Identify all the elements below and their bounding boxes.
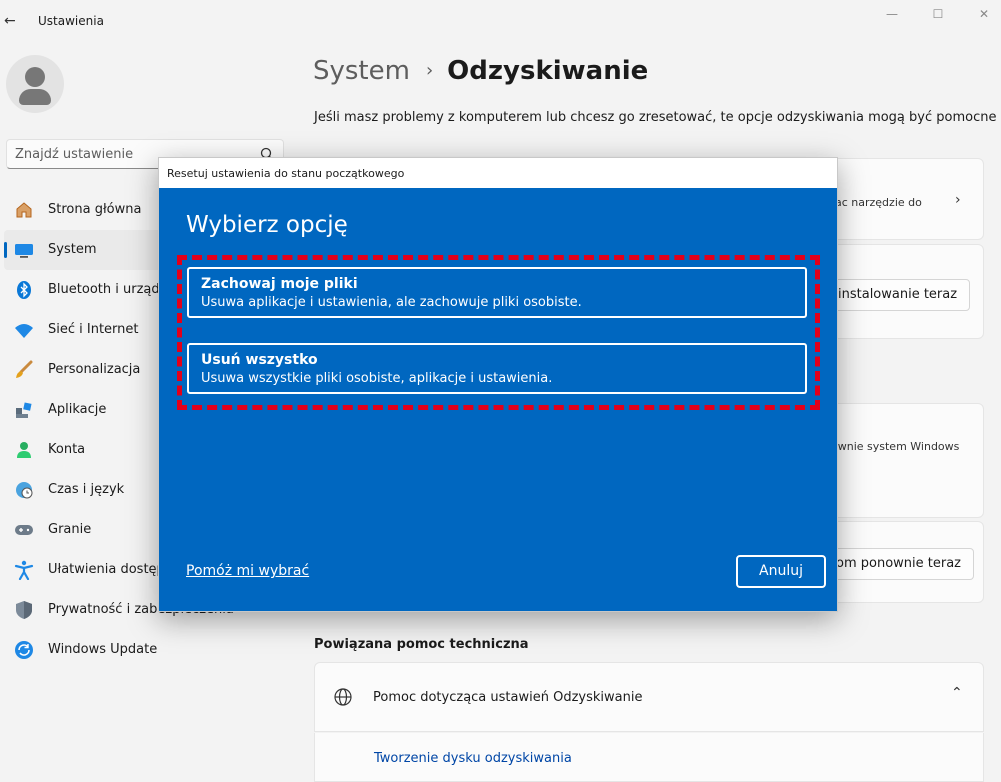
sidebar-item-label: Sieć i Internet [48,322,139,337]
dialog-title: Resetuj ustawienia do stanu początkowego [167,167,405,180]
help-sub-panel: Tworzenie dysku odzyskiwania [314,733,984,782]
sidebar-item-label: Konta [48,442,86,457]
option-title: Usuń wszystko [201,352,318,368]
related-help-title: Powiązana pomoc techniczna [314,637,529,652]
accessibility-icon [14,560,34,580]
dialog-title-bar: Resetuj ustawienia do stanu początkowego [159,158,837,188]
avatar[interactable] [6,55,64,113]
clock-globe-icon [16,482,33,499]
card-text: ac narzędzie do [835,196,922,209]
person-icon [17,442,31,458]
help-me-choose-link[interactable]: Pomóż mi wybrać [186,563,309,579]
gamepad-icon [15,525,33,535]
chevron-right-icon[interactable]: › [955,192,961,208]
page-description: Jeśli masz problemy z komputerem lub chc… [314,110,997,125]
remove-everything-option[interactable]: Usuń wszystko Usuwa wszystkie pliki osob… [187,343,807,394]
sidebar-item-label: Czas i język [48,482,125,497]
sidebar-item-label: Personalizacja [48,362,141,377]
app-title: Ustawienia [38,14,104,28]
breadcrumb-separator: › [425,60,434,81]
avatar-head [25,67,45,87]
brush-icon [16,360,33,378]
recovery-drive-link[interactable]: Tworzenie dysku odzyskiwania [374,751,572,766]
sidebar-item-label: Windows Update [48,642,158,657]
sidebar-item-label: Granie [48,522,92,537]
help-item-label: Pomoc dotycząca ustawień Odzyskiwanie [373,690,643,705]
globe-icon [334,688,352,706]
keep-files-option[interactable]: Zachowaj moje pliki Usuwa aplikacje i us… [187,267,807,318]
dialog-heading: Wybierz opcję [186,212,348,238]
card-text: ownie system Windows [831,440,960,453]
home-icon [16,202,32,218]
sidebar-item-label: Ułatwienia dostępu [48,562,174,577]
help-card[interactable]: Pomoc dotycząca ustawień Odzyskiwanie ⌃ [314,662,984,732]
minimize-button[interactable]: — [872,2,912,26]
bluetooth-icon [17,281,31,299]
restart-now-button[interactable]: om ponownie teraz [823,548,974,580]
monitor-icon [15,244,33,258]
back-button[interactable]: ← [4,10,22,32]
chevron-up-icon[interactable]: ⌃ [951,685,963,701]
reinstall-button[interactable]: instalowanie teraz [825,279,971,311]
breadcrumb-parent[interactable]: System [313,56,410,86]
option-description: Usuwa wszystkie pliki osobiste, aplikacj… [201,371,553,386]
close-button[interactable]: ✕ [964,2,1001,26]
page-title: Odzyskiwanie [447,56,649,86]
cancel-button[interactable]: Anuluj [736,555,826,588]
maximize-button[interactable]: ☐ [918,2,958,26]
sidebar-item-label: System [48,242,97,257]
update-icon [15,641,33,659]
title-bar: ← Ustawienia — ☐ ✕ [0,0,1001,40]
sidebar-item-label: Strona główna [48,202,142,217]
sidebar-item-windows-update[interactable]: Windows Update [4,630,294,670]
shield-icon [16,601,32,619]
breadcrumb: System › Odzyskiwanie [313,56,648,86]
avatar-body [19,89,51,105]
sidebar-item-label: Aplikacje [48,402,107,417]
reset-dialog: Resetuj ustawienia do stanu początkowego… [158,157,838,612]
option-title: Zachowaj moje pliki [201,276,358,292]
apps-icon [16,402,32,418]
option-description: Usuwa aplikacje i ustawienia, ale zachow… [201,295,582,310]
wifi-icon [15,324,33,338]
